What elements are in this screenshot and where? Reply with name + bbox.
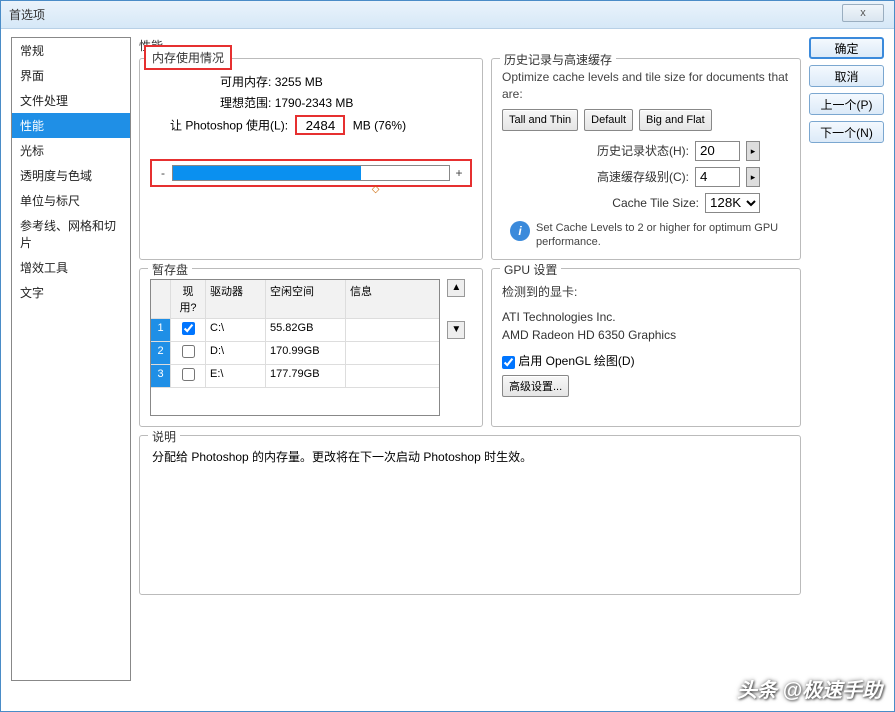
table-row[interactable]: 1 C:\55.82GB xyxy=(151,319,439,342)
titlebar[interactable]: 首选项 x xyxy=(1,1,894,29)
category-sidebar: 常规 界面 文件处理 性能 光标 透明度与色域 单位与标尺 参考线、网格和切片 … xyxy=(11,37,131,681)
optimize-text: Optimize cache levels and tile size for … xyxy=(502,69,790,103)
gpu-vendor: ATI Technologies Inc. xyxy=(502,310,790,324)
watermark: 头条 @极速手助 xyxy=(737,674,882,703)
row-free: 55.82GB xyxy=(266,319,346,341)
memory-fieldset: 内存使用情况 可用内存: 3255 MB 理想范围: 1790-2343 MB … xyxy=(139,58,483,260)
row-info xyxy=(346,319,439,341)
history-legend: 历史记录与高速缓存 xyxy=(500,51,616,68)
row-free: 177.79GB xyxy=(266,365,346,387)
memory-slider[interactable]: ◇ xyxy=(172,165,450,181)
sidebar-item-cursors[interactable]: 光标 xyxy=(12,138,130,163)
table-header: 现用? 驱动器 空闲空间 信息 xyxy=(151,280,439,319)
preset-big-flat-button[interactable]: Big and Flat xyxy=(639,109,712,131)
history-cache-fieldset: 历史记录与高速缓存 Optimize cache levels and tile… xyxy=(491,58,801,260)
row-drive: C:\ xyxy=(206,319,266,341)
next-button[interactable]: 下一个(N) xyxy=(809,121,884,143)
row-active-checkbox[interactable] xyxy=(182,368,195,381)
description-legend: 说明 xyxy=(148,428,180,445)
table-row[interactable]: 3 E:\177.79GB xyxy=(151,365,439,388)
slider-fill xyxy=(173,166,361,180)
memory-suffix: MB (76%) xyxy=(353,119,406,133)
col-free[interactable]: 空闲空间 xyxy=(266,280,346,318)
history-states-spinner[interactable]: ▸ xyxy=(746,141,760,161)
sidebar-item-general[interactable]: 常规 xyxy=(12,38,130,63)
row-drive: D:\ xyxy=(206,342,266,364)
enable-opengl-checkbox[interactable] xyxy=(502,356,515,369)
memory-slider-container: - ◇ + xyxy=(150,159,472,187)
sidebar-item-plugins[interactable]: 增效工具 xyxy=(12,255,130,280)
move-down-button[interactable]: ▼ xyxy=(447,321,465,339)
col-drive[interactable]: 驱动器 xyxy=(206,280,266,318)
sidebar-item-type[interactable]: 文字 xyxy=(12,280,130,305)
col-info[interactable]: 信息 xyxy=(346,280,439,318)
prev-button[interactable]: 上一个(P) xyxy=(809,93,884,115)
sidebar-item-transparency[interactable]: 透明度与色域 xyxy=(12,163,130,188)
move-up-button[interactable]: ▲ xyxy=(447,279,465,297)
preset-default-button[interactable]: Default xyxy=(584,109,633,131)
window-title: 首选项 xyxy=(9,6,45,23)
row-index: 2 xyxy=(151,342,171,364)
sidebar-item-filehandling[interactable]: 文件处理 xyxy=(12,88,130,113)
scratch-legend: 暂存盘 xyxy=(148,261,192,278)
gpu-card: AMD Radeon HD 6350 Graphics xyxy=(502,328,790,342)
gpu-legend: GPU 设置 xyxy=(500,261,561,278)
description-text: 分配给 Photoshop 的内存量。更改将在下一次启动 Photoshop 时… xyxy=(152,448,788,465)
history-states-input[interactable] xyxy=(695,141,740,161)
cache-levels-label: 高速缓存级别(C): xyxy=(597,168,689,185)
memory-legend: 内存使用情况 xyxy=(144,45,232,70)
cache-levels-spinner[interactable]: ▸ xyxy=(746,167,760,187)
preset-tall-thin-button[interactable]: Tall and Thin xyxy=(502,109,578,131)
cache-levels-input[interactable] xyxy=(695,167,740,187)
row-active-checkbox[interactable] xyxy=(182,322,195,335)
available-memory-value: 3255 MB xyxy=(275,75,323,89)
row-info xyxy=(346,365,439,387)
advanced-settings-button[interactable]: 高级设置... xyxy=(502,375,569,397)
row-drive: E:\ xyxy=(206,365,266,387)
row-index: 1 xyxy=(151,319,171,341)
history-states-label: 历史记录状态(H): xyxy=(597,142,689,159)
row-info xyxy=(346,342,439,364)
ideal-range-label: 理想范围: xyxy=(220,94,271,111)
row-free: 170.99GB xyxy=(266,342,346,364)
available-memory-label: 可用内存: xyxy=(220,73,271,90)
row-index: 3 xyxy=(151,365,171,387)
row-active-checkbox[interactable] xyxy=(182,345,195,358)
dialog-buttons: 确定 取消 上一个(P) 下一个(N) xyxy=(801,37,886,681)
ok-button[interactable]: 确定 xyxy=(809,37,884,59)
window-close-button[interactable]: x xyxy=(842,4,884,22)
let-ps-use-label: 让 Photoshop 使用(L): xyxy=(170,119,288,133)
sidebar-item-units[interactable]: 单位与标尺 xyxy=(12,188,130,213)
cache-tile-label: Cache Tile Size: xyxy=(612,196,699,210)
col-active[interactable]: 现用? xyxy=(171,280,206,318)
cache-tile-select[interactable]: 128K xyxy=(705,193,760,213)
sidebar-item-performance[interactable]: 性能 xyxy=(12,113,130,138)
sidebar-item-guides[interactable]: 参考线、网格和切片 xyxy=(12,213,130,255)
memory-amount-input[interactable] xyxy=(295,115,345,135)
slider-plus-button[interactable]: + xyxy=(454,166,464,180)
slider-minus-button[interactable]: - xyxy=(158,166,168,180)
info-icon: i xyxy=(510,221,530,241)
slider-marker-icon: ◇ xyxy=(372,184,380,195)
ideal-range-value: 1790-2343 MB xyxy=(275,96,354,110)
scratch-table: 现用? 驱动器 空闲空间 信息 1C:\55.82GB2D:\170.99GB3… xyxy=(150,279,440,416)
cache-info-text: Set Cache Levels to 2 or higher for opti… xyxy=(536,221,782,250)
detected-gpu-label: 检测到的显卡: xyxy=(502,283,790,300)
description-fieldset: 说明 分配给 Photoshop 的内存量。更改将在下一次启动 Photosho… xyxy=(139,435,801,595)
gpu-fieldset: GPU 设置 检测到的显卡: ATI Technologies Inc. AMD… xyxy=(491,268,801,427)
sidebar-item-interface[interactable]: 界面 xyxy=(12,63,130,88)
preferences-window: 首选项 x 常规 界面 文件处理 性能 光标 透明度与色域 单位与标尺 参考线、… xyxy=(0,0,895,712)
enable-opengl-label: 启用 OpenGL 绘图(D) xyxy=(518,354,634,368)
page-title: 性能 xyxy=(139,37,801,54)
cancel-button[interactable]: 取消 xyxy=(809,65,884,87)
scratch-disks-fieldset: 暂存盘 现用? 驱动器 空闲空间 信息 1C:\55.82GB2D:\170.9… xyxy=(139,268,483,427)
table-row[interactable]: 2 D:\170.99GB xyxy=(151,342,439,365)
